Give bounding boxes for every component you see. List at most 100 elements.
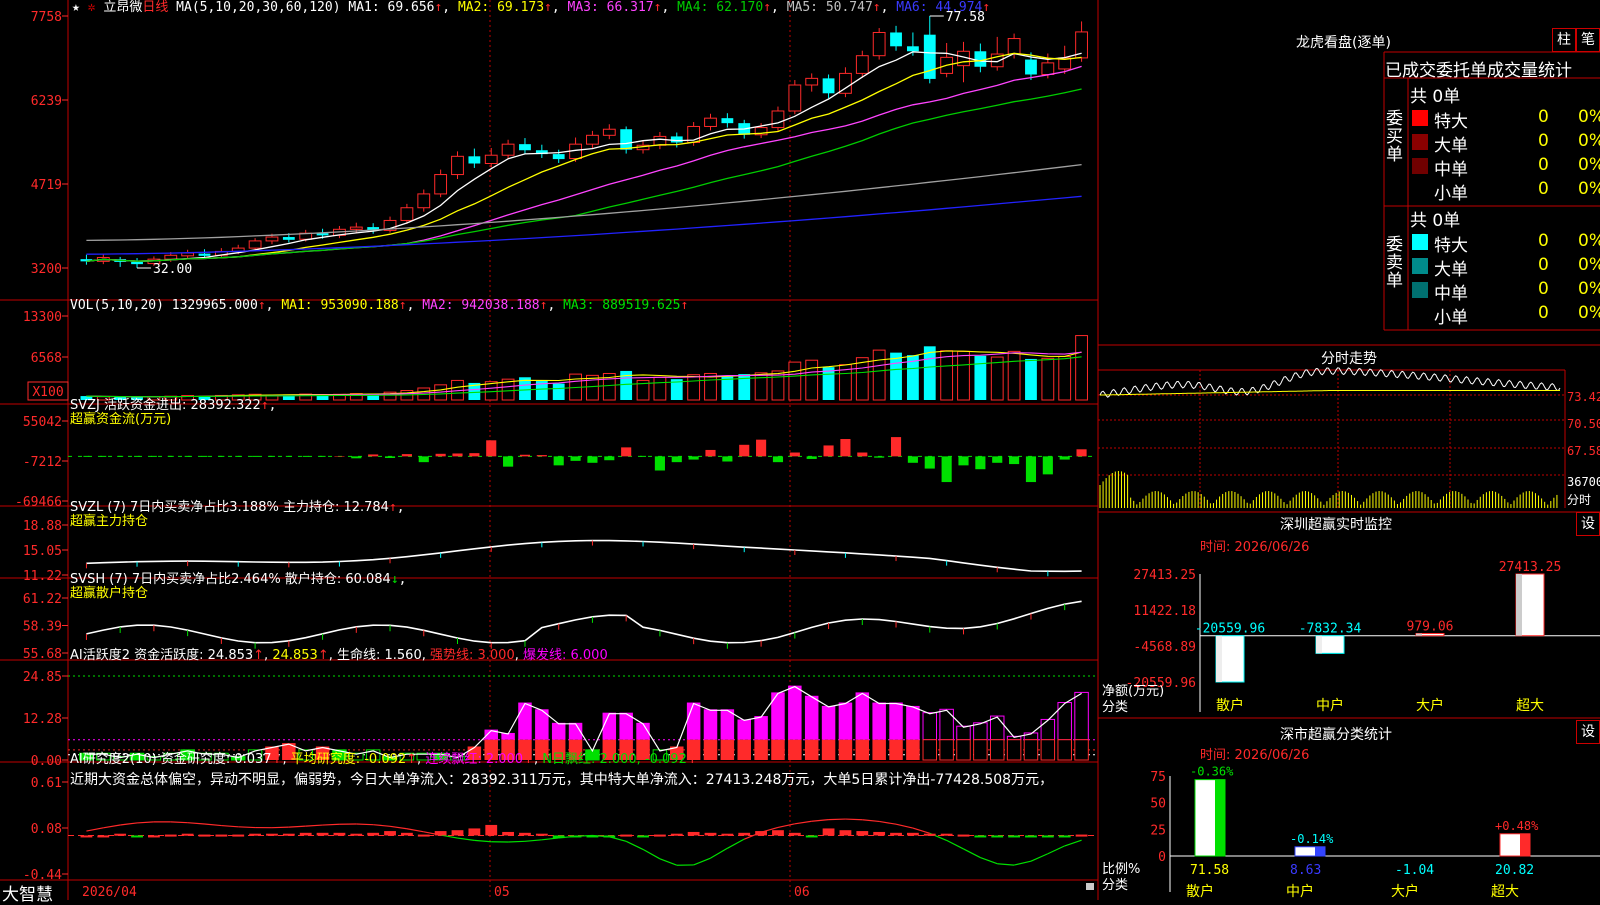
- bar-mode-button[interactable]: 柱: [1552, 28, 1576, 52]
- ai2-line: [964, 849, 981, 858]
- ai-bar-strong: [856, 740, 869, 760]
- sell-swatch: [1412, 234, 1428, 250]
- ai2-bar: [688, 832, 700, 836]
- svzj-bar: [975, 456, 985, 469]
- sell-side-label: 委卖单: [1386, 236, 1404, 290]
- ai2-bar: [468, 828, 480, 835]
- ai-bar-burst: [940, 709, 953, 739]
- svzj-bar: [925, 456, 935, 468]
- ai-bar-strong: [940, 740, 953, 760]
- svsh-title: 超赢散户持仓: [70, 586, 148, 602]
- ai2-bar: [502, 832, 514, 836]
- ai2-line: [862, 820, 879, 822]
- sell-row-count: 0: [1538, 255, 1549, 275]
- minute-avg-line: [1100, 391, 1560, 396]
- ai-burst: 爆发线: 6.000: [523, 648, 608, 663]
- svzj-bar: [537, 455, 547, 456]
- buy-row: 大单00%: [1434, 131, 1600, 156]
- ai2-line: [205, 824, 222, 826]
- minute-axis-2: 67.58: [1567, 444, 1600, 458]
- ai-bar-burst: [518, 703, 531, 740]
- ai2-line: [997, 864, 1014, 865]
- ai2-line: [356, 824, 373, 825]
- svzj-tick-1: -7212: [23, 455, 62, 470]
- ma-spec: MA(5,10,20,30,60,120): [176, 0, 340, 15]
- sz-stat-settings-button[interactable]: 设: [1576, 720, 1600, 744]
- svzl-value: SVZL (7) 7日内买卖净占比3.188% 主力持仓: 12.784: [70, 500, 389, 515]
- ai2-bar: [114, 834, 126, 836]
- svzj-bar: [486, 440, 496, 456]
- candle: [890, 32, 902, 46]
- candle: [435, 175, 447, 194]
- buy-row: 中单00%: [1434, 155, 1600, 180]
- candle: [772, 111, 784, 128]
- ai2-bar: [485, 825, 497, 836]
- svsh-tick-2: 55.68: [23, 647, 62, 662]
- ai2-line: [272, 827, 289, 828]
- ai-bar-strong: [1024, 740, 1037, 760]
- volume-bar: [688, 375, 700, 400]
- sell-row: 中单00%: [1434, 279, 1600, 304]
- vol-tick-1: 6568: [31, 351, 62, 366]
- sz-monitor-cat-2: 大户: [1416, 697, 1444, 714]
- ai2-line: [913, 828, 930, 833]
- sell-row-name: 大单: [1434, 260, 1468, 280]
- ai2-bar: [907, 833, 919, 836]
- ai2-bar: [1042, 835, 1054, 837]
- tick-mode-button[interactable]: 笔: [1576, 28, 1600, 52]
- sz-monitor-time: 时间: 2026/06/26: [1200, 536, 1309, 555]
- svzj-bar: [554, 456, 564, 465]
- sell-row: 大单00%: [1434, 255, 1600, 280]
- period-label[interactable]: 日线: [142, 0, 168, 15]
- ai2-bar: [553, 835, 565, 838]
- volume-bar: [941, 351, 953, 400]
- sz-stat-value-2: -1.04: [1395, 863, 1434, 878]
- ai2-bar: [384, 831, 396, 835]
- sz-stat-tick-2: 25: [1150, 823, 1166, 838]
- svzj-bar: [604, 456, 614, 460]
- sell-swatch: [1412, 282, 1428, 298]
- ai2-nri: N日飘红: 2.000, -0.092: [542, 752, 687, 767]
- ai2-bar: [671, 834, 683, 836]
- buy-swatch: [1412, 134, 1428, 150]
- svzj-bar: [857, 453, 867, 457]
- candle: [131, 262, 143, 264]
- sz-monitor-bar-shade: [1216, 636, 1222, 682]
- ai2-bar: [367, 833, 379, 836]
- minute-price-line: [1100, 368, 1560, 397]
- sz-stat-bar-shade: [1315, 847, 1325, 856]
- candle: [401, 208, 413, 221]
- sz-stat-tick-0: 75: [1150, 770, 1166, 785]
- svzj-bar: [840, 439, 850, 456]
- svzj-bar: [942, 456, 952, 482]
- ai2-line: [390, 826, 407, 828]
- ai2-line: [407, 829, 424, 832]
- candle: [553, 154, 565, 159]
- ai-bar-burst: [923, 713, 936, 740]
- vol-header: VOL(5,10,20) 1329965.000↑, MA1: 953090.1…: [70, 298, 688, 314]
- ai-bar-burst: [737, 719, 750, 739]
- ai-bar-strong: [1075, 740, 1088, 760]
- ma6-value: MA6: 44.974: [896, 0, 982, 15]
- ai2-bar: [519, 833, 531, 836]
- sz-stat-cat-3: 超大: [1491, 884, 1519, 900]
- flag-icon: ✲: [88, 0, 104, 15]
- sz-monitor-settings-button[interactable]: 设: [1576, 512, 1600, 536]
- ai2-line: [643, 849, 660, 858]
- svzl-tick-0: 18.88: [23, 519, 62, 534]
- ai-tick-0: 24.85: [23, 670, 62, 685]
- sz-stat-title: 深市超赢分类统计: [1280, 724, 1392, 744]
- volume-bar: [1042, 358, 1054, 400]
- ai-bar-burst: [839, 703, 852, 740]
- ai2-bar: [570, 835, 582, 837]
- sell-row-name: 中单: [1434, 284, 1468, 304]
- sz-stat-value-0: 71.58: [1190, 863, 1229, 878]
- ai-bar-burst: [906, 706, 919, 740]
- buy-row-name: 小单: [1434, 184, 1468, 204]
- ai-tick-1: 12.28: [23, 712, 62, 727]
- sell-row-count: 0: [1538, 279, 1549, 299]
- svzj-bar: [773, 456, 783, 462]
- ai-bar-strong: [923, 740, 936, 760]
- buy-row-count: 0: [1538, 179, 1549, 199]
- ma5-line: [86, 165, 1081, 241]
